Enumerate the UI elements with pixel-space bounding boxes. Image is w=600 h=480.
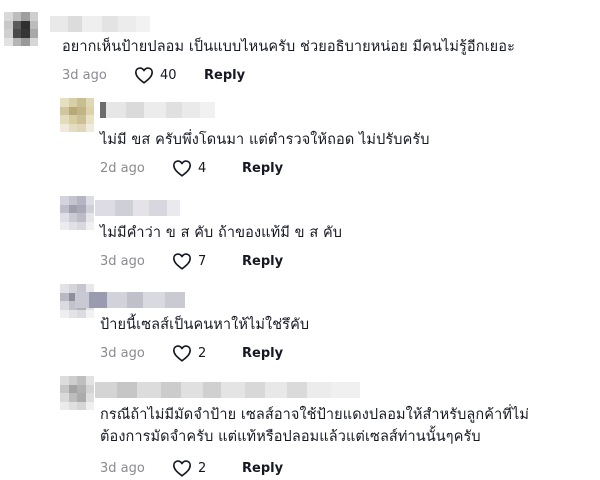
reply-button[interactable]: Reply [242, 346, 283, 361]
comment-meta: 3d ago 2 Reply [100, 458, 283, 478]
comment-timestamp: 3d ago [100, 253, 145, 269]
comment-timestamp: 2d ago [100, 160, 145, 176]
reply-button[interactable]: Reply [242, 254, 283, 269]
username-redacted[interactable] [100, 102, 215, 118]
comment-timestamp: 3d ago [100, 460, 145, 476]
avatar[interactable] [60, 196, 94, 230]
like-button[interactable]: 2 [172, 459, 224, 477]
username-redacted[interactable] [75, 292, 185, 308]
comment-text: ไม่มี ขส ครับพึ่งโดนมา แต่ตำรวจให้ถอด ไม… [100, 129, 430, 151]
comment-meta: 3d ago 2 Reply [100, 343, 283, 363]
comment-text-line: ไม่มีคำว่า ข ส คับ ถ้าของแท้มี ข ส คับ [100, 225, 343, 241]
comment-text: อยากเห็นป้ายปลอม เป็นแบบไหนครับ ช่วยอธิบ… [62, 36, 515, 58]
comment-meta: 3d ago 40 Reply [62, 65, 245, 85]
like-count: 4 [198, 160, 207, 176]
like-count: 40 [160, 67, 177, 83]
comment-item: ป้ายนี้เซลส์เป็นคนหาให้ไม่ใช่รึคับ 3d ag… [0, 276, 600, 368]
comment-text-line: อยากเห็นป้ายปลอม เป็นแบบไหนครับ ช่วยอธิบ… [62, 39, 515, 55]
avatar[interactable] [60, 376, 94, 410]
comment-text: ไม่มีคำว่า ข ส คับ ถ้าของแท้มี ข ส คับ [100, 222, 342, 244]
heart-outline-icon [135, 67, 153, 84]
comment-item: ไม่มี ขส ครับพึ่งโดนมา แต่ตำรวจให้ถอด ไม… [0, 92, 600, 184]
like-button[interactable]: 2 [172, 344, 224, 362]
reply-button[interactable]: Reply [242, 461, 283, 476]
comment-text-line: ต้องการมัดจำครับ แต่แท้หรือปลอมแล้วแต่เซ… [100, 429, 481, 445]
comment-text: ป้ายนี้เซลส์เป็นคนหาให้ไม่ใช่รึคับ [100, 314, 309, 336]
heart-outline-icon [173, 253, 191, 270]
comment-timestamp: 3d ago [62, 67, 107, 83]
reply-button[interactable]: Reply [242, 161, 283, 176]
like-button[interactable]: 40 [134, 66, 186, 84]
heart-outline-icon [173, 160, 191, 177]
like-count: 2 [198, 345, 207, 361]
like-button[interactable]: 4 [172, 159, 224, 177]
like-button[interactable]: 7 [172, 252, 224, 270]
comment-meta: 3d ago 7 Reply [100, 251, 283, 271]
comment-timestamp: 3d ago [100, 345, 145, 361]
like-count: 2 [198, 460, 207, 476]
comment-text-line: กรณีถ้าไม่มีมัดจำป้าย เซลส์อาจใช้ป้ายแดง… [100, 407, 530, 423]
username-redacted[interactable] [50, 16, 150, 32]
like-count: 7 [198, 253, 207, 269]
comment-item: กรณีถ้าไม่มีมัดจำป้าย เซลส์อาจใช้ป้ายแดง… [0, 368, 600, 480]
username-redacted[interactable] [95, 200, 180, 216]
comment-meta: 2d ago 4 Reply [100, 158, 283, 178]
reply-button[interactable]: Reply [204, 68, 245, 83]
comment-item: อยากเห็นป้ายปลอม เป็นแบบไหนครับ ช่วยอธิบ… [0, 0, 600, 92]
comment-item: ไม่มีคำว่า ข ส คับ ถ้าของแท้มี ข ส คับ 3… [0, 184, 600, 276]
comment-text-line: ป้ายนี้เซลส์เป็นคนหาให้ไม่ใช่รึคับ [100, 317, 310, 333]
avatar[interactable] [4, 12, 38, 46]
heart-outline-icon [173, 345, 191, 362]
heart-outline-icon [173, 460, 191, 477]
avatar[interactable] [60, 98, 94, 132]
comment-text-line: ไม่มี ขส ครับพึ่งโดนมา แต่ตำรวจให้ถอด ไม… [100, 132, 430, 148]
comment-text: กรณีถ้าไม่มีมัดจำป้าย เซลส์อาจใช้ป้ายแดง… [100, 404, 529, 448]
username-redacted[interactable] [95, 382, 360, 398]
